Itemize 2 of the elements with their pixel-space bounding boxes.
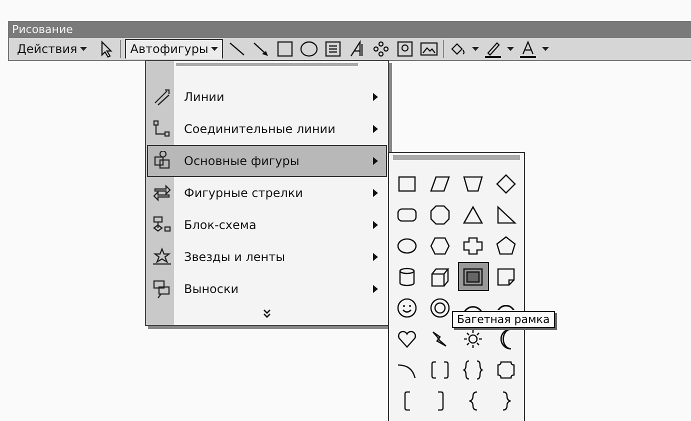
tooltip: Багетная рамка	[452, 311, 555, 328]
toolbar-title: Рисование	[9, 22, 691, 38]
